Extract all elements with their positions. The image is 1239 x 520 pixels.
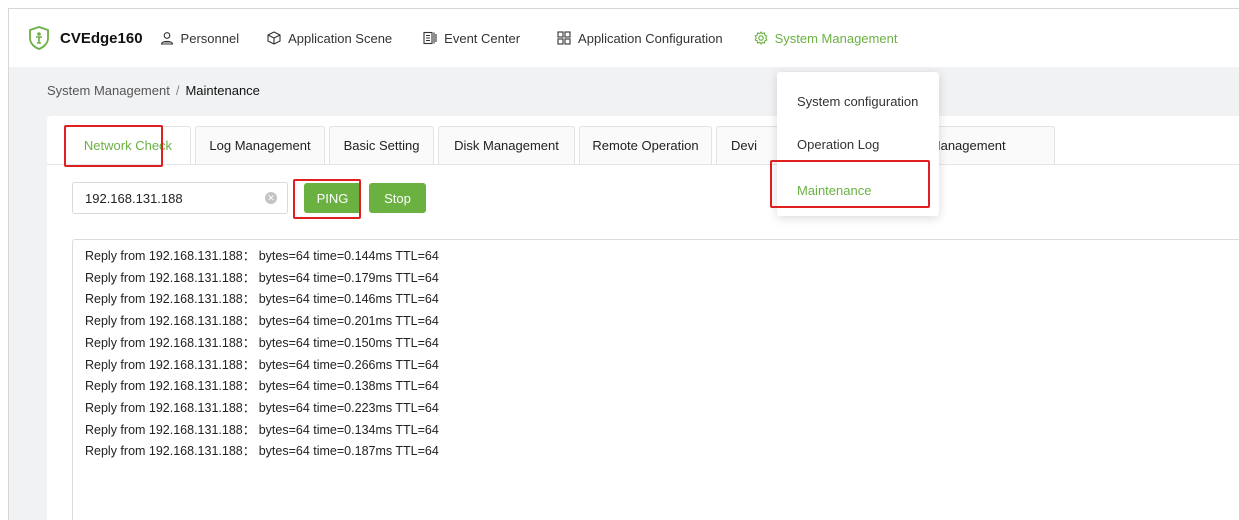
output-line: Reply from 192.168.131.188： bytes=64 tim…: [85, 357, 439, 372]
nav-item-application-configuration[interactable]: Application Configuration: [557, 31, 723, 46]
output-line: Reply from 192.168.131.188： bytes=64 tim…: [85, 422, 439, 437]
tab-basic-setting[interactable]: Basic Setting: [329, 126, 434, 164]
nav-item-label: Event Center: [444, 30, 521, 46]
output-line: Reply from 192.168.131.188： bytes=64 tim…: [85, 314, 439, 329]
ping-output-textarea[interactable]: Reply from 192.168.131.188： bytes=64 tim…: [72, 239, 1239, 520]
nav-item-label: Application Scene: [288, 30, 393, 46]
cube-icon: [267, 31, 281, 45]
ip-address-input[interactable]: 192.168.131.188 ✕: [72, 182, 288, 214]
output-line: Reply from 192.168.131.188： bytes=64 tim…: [85, 292, 439, 307]
tab-remote-operation[interactable]: Remote Operation: [579, 126, 712, 164]
menu-item-label: System configuration: [797, 93, 919, 109]
tab-label: Basic Setting: [343, 138, 420, 153]
ping-button-label: PING: [316, 190, 349, 206]
stop-button-label: Stop: [384, 190, 411, 206]
ping-button[interactable]: PING: [304, 183, 361, 213]
nav-item-label: Personnel: [180, 30, 240, 46]
nav-item-label: Application Configuration: [578, 30, 723, 46]
menu-item-label: Operation Log: [797, 136, 880, 152]
clear-icon[interactable]: ✕: [265, 192, 277, 204]
tab-label: Remote Operation: [592, 138, 699, 153]
app-window: CVEdge160 Personnel Application Scene Ev…: [8, 8, 1239, 520]
tab-label: Network Check: [83, 138, 173, 153]
output-line: Reply from 192.168.131.188： bytes=64 tim…: [85, 270, 439, 285]
tab-log-management[interactable]: Log Management: [195, 126, 325, 164]
logo[interactable]: CVEdge160: [28, 26, 143, 50]
nav-item-system-management[interactable]: System Management: [754, 30, 898, 46]
breadcrumb-current: Maintenance: [185, 83, 260, 98]
nav-item-application-scene[interactable]: Application Scene: [267, 31, 392, 46]
shield-logo-icon: [29, 26, 49, 50]
menu-item-operation-log[interactable]: Operation Log: [777, 122, 939, 166]
grid-icon: [557, 31, 571, 45]
system-management-dropdown: System configuration Operation Log Maint…: [777, 72, 939, 216]
output-line: Reply from 192.168.131.188： bytes=64 tim…: [85, 379, 439, 394]
tab-label: Devi: [731, 138, 758, 153]
tab-disk-management[interactable]: Disk Management: [438, 126, 575, 164]
stop-button[interactable]: Stop: [369, 183, 426, 213]
nav-item-label: System Management: [774, 30, 898, 46]
breadcrumb: System Management / Maintenance: [47, 83, 260, 98]
nav-item-event-center[interactable]: Event Center: [423, 31, 520, 46]
event-icon: [423, 31, 437, 45]
breadcrumb-separator: /: [175, 83, 180, 98]
output-line: Reply from 192.168.131.188： bytes=64 tim…: [85, 400, 439, 415]
app-name: CVEdge160: [60, 29, 143, 47]
breadcrumb-parent[interactable]: System Management: [47, 83, 170, 98]
output-line: Reply from 192.168.131.188： bytes=64 tim…: [85, 335, 439, 350]
tab-divider: [47, 164, 1239, 165]
content-card: Network Check Log Management Basic Setti…: [47, 116, 1239, 520]
menu-item-system-configuration[interactable]: System configuration: [777, 79, 939, 123]
top-navigation: CVEdge160 Personnel Application Scene Ev…: [9, 9, 1239, 67]
menu-item-maintenance[interactable]: Maintenance: [777, 168, 939, 212]
nav-item-personnel[interactable]: Personnel: [160, 30, 240, 46]
person-icon: [160, 32, 173, 45]
output-line: Reply from 192.168.131.188： bytes=64 tim…: [85, 444, 439, 459]
tab-label: Log Management: [209, 138, 311, 153]
tab-network-check[interactable]: Network Check: [65, 126, 191, 164]
gear-icon: [754, 31, 768, 45]
output-line: Reply from 192.168.131.188： bytes=64 tim…: [85, 249, 439, 263]
ip-address-value: 192.168.131.188: [85, 190, 183, 206]
tab-label: Disk Management: [454, 138, 559, 153]
menu-item-label: Maintenance: [797, 182, 872, 198]
